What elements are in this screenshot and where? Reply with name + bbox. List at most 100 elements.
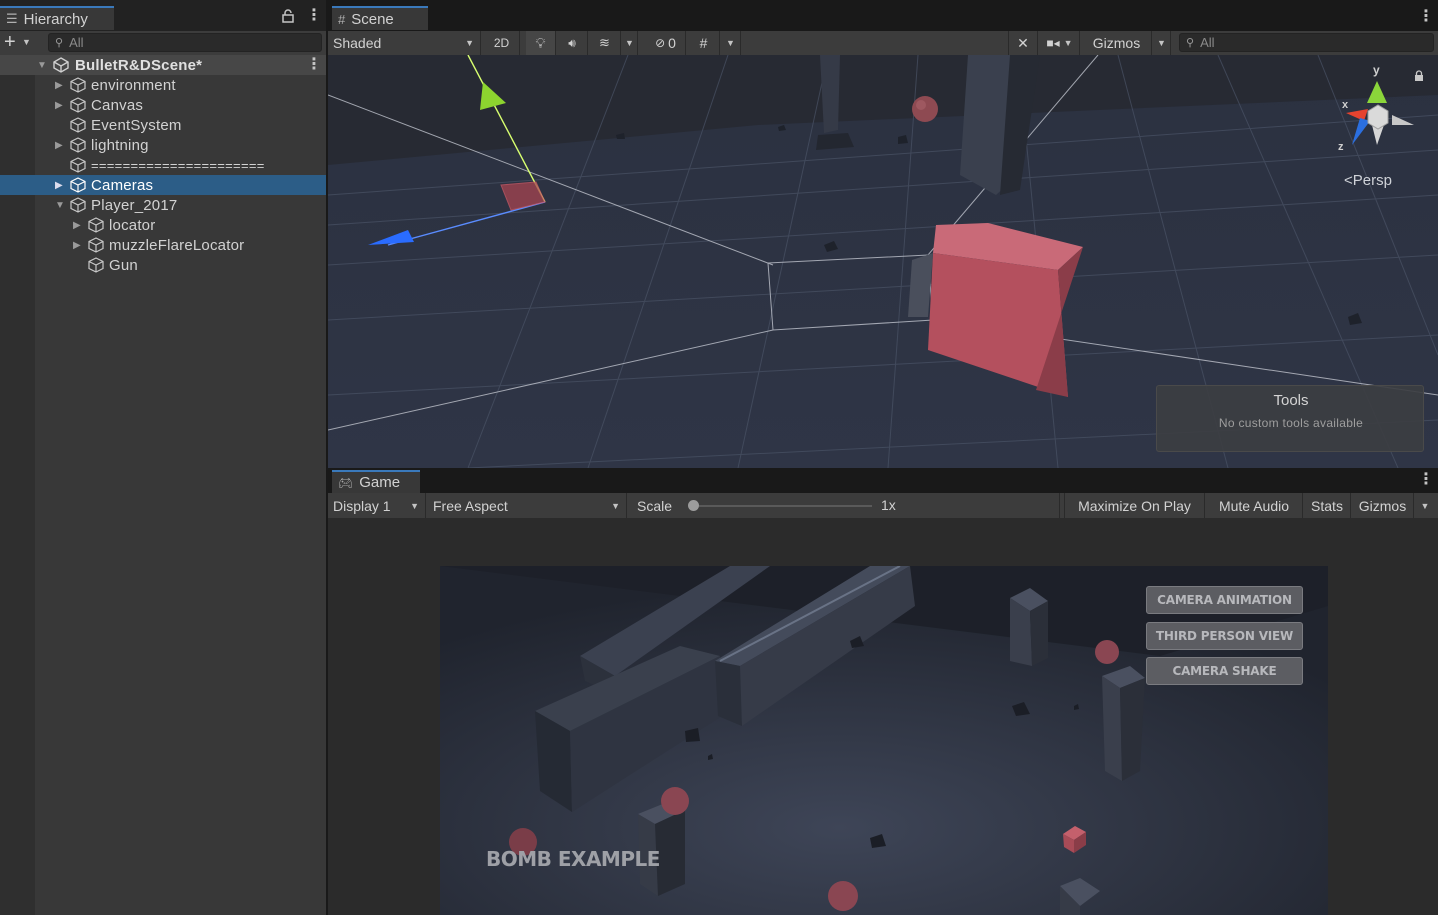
effects-dropdown[interactable]: ▼ <box>622 31 638 55</box>
expand-arrow-icon[interactable]: ▶ <box>55 100 65 111</box>
expand-arrow-icon[interactable]: ▶ <box>55 140 65 151</box>
scene-search-input[interactable]: ⚲ All <box>1179 33 1434 52</box>
game-gizmos-dropdown[interactable]: ▼ <box>1415 493 1435 518</box>
third-person-view-button[interactable]: THIRD PERSON VIEW <box>1146 622 1303 650</box>
maximize-label: Maximize On Play <box>1078 497 1191 514</box>
scale-value: 1x <box>881 497 896 513</box>
hidden-objects-toggle[interactable]: ⊘ 0 <box>646 31 686 55</box>
display-dropdown[interactable]: Display 1 ▼ <box>328 493 426 518</box>
hierarchy-menu-icon[interactable]: ⋮ <box>306 8 322 24</box>
aspect-value: Free Aspect <box>433 497 508 514</box>
tab-game[interactable]: 🎮︎ Game <box>332 470 420 493</box>
scene-search-placeholder: All <box>1200 35 1215 50</box>
add-button[interactable]: + <box>4 31 16 53</box>
hierarchy-item-label: ====================== <box>91 157 265 173</box>
eye-slash-icon: ⊘ <box>655 36 666 50</box>
camera-shake-button[interactable]: CAMERA SHAKE <box>1146 657 1303 685</box>
scene-tab-bar: # Scene ⋮ <box>328 0 1438 31</box>
hierarchy-item-gun[interactable]: Gun <box>0 255 326 275</box>
speaker-icon: 🔊︎ <box>568 35 576 50</box>
game-gizmos-button[interactable]: Gizmos <box>1352 493 1414 518</box>
grid-dropdown[interactable]: ▼ <box>721 31 741 55</box>
scene-root-row[interactable]: ▼ BulletR&DScene* ⋮ <box>0 55 326 75</box>
chevron-down-icon: ▼ <box>625 38 634 48</box>
expand-arrow-icon[interactable]: ▼ <box>37 60 47 71</box>
hierarchy-item-eventsystem[interactable]: EventSystem <box>0 115 326 135</box>
chevron-down-icon: ▼ <box>726 38 735 48</box>
hierarchy-search-placeholder: All <box>69 35 84 50</box>
hierarchy-tab-bar: ☰ Hierarchy ⋮ <box>0 0 326 31</box>
hierarchy-toolbar: + ▼ ⚲ All <box>0 31 326 55</box>
scene-menu-icon[interactable]: ⋮ <box>1418 9 1434 25</box>
hierarchy-item-label: EventSystem <box>91 116 182 134</box>
tools-icon: ✕ <box>1017 34 1029 51</box>
game-menu-icon[interactable]: ⋮ <box>1418 472 1434 488</box>
scene-name: BulletR&DScene* <box>75 56 203 74</box>
stats-label: Stats <box>1311 497 1343 514</box>
gameobject-cube-icon <box>70 137 86 153</box>
projection-toggle[interactable]: <Persp <box>1344 172 1392 189</box>
hierarchy-item-muzzle-flare-locator[interactable]: ▶ muzzleFlareLocator <box>0 235 326 255</box>
gameobject-cube-icon <box>88 217 104 233</box>
hierarchy-item-locator[interactable]: ▶ locator <box>0 215 326 235</box>
hierarchy-search-input[interactable]: ⚲ All <box>48 33 322 52</box>
game-tab-bar: 🎮︎ Game ⋮ <box>328 468 1438 493</box>
camera-settings-dropdown[interactable]: ■◂ ▼ <box>1040 31 1080 55</box>
gizmos-dropdown[interactable]: ▼ <box>1153 31 1171 55</box>
scene-menu-icon[interactable]: ⋮ <box>306 57 322 73</box>
hierarchy-item-canvas[interactable]: ▶ Canvas <box>0 95 326 115</box>
toggle-2d-button[interactable]: 2D <box>484 31 520 55</box>
scale-slider-track[interactable] <box>688 500 872 511</box>
scale-slider-thumb[interactable] <box>688 500 699 511</box>
game-gizmos-label: Gizmos <box>1358 497 1407 514</box>
hierarchy-tree: ▼ BulletR&DScene* ⋮ ▶ environment ▶ Canv… <box>0 55 326 915</box>
audio-toggle[interactable]: 🔊︎ <box>557 31 588 55</box>
tab-scene[interactable]: # Scene <box>332 6 428 30</box>
grid-icon: # <box>338 11 346 27</box>
gameobject-cube-icon <box>70 157 86 173</box>
tab-hierarchy[interactable]: ☰ Hierarchy <box>0 6 114 30</box>
expand-arrow-icon[interactable]: ▶ <box>55 180 65 191</box>
add-dropdown-icon[interactable]: ▼ <box>22 37 31 47</box>
hierarchy-item-player[interactable]: ▼ Player_2017 <box>0 195 326 215</box>
hierarchy-item-separator[interactable]: ====================== <box>0 155 326 175</box>
hierarchy-item-lightning[interactable]: ▶ lightning <box>0 135 326 155</box>
mute-label: Mute Audio <box>1218 497 1290 514</box>
collapse-arrow-icon[interactable]: ▼ <box>55 200 65 211</box>
aspect-dropdown[interactable]: Free Aspect ▼ <box>428 493 627 518</box>
orientation-gizmo[interactable]: y x z <box>1332 63 1422 153</box>
gamepad-icon: 🎮︎ <box>338 475 354 490</box>
hierarchy-item-environment[interactable]: ▶ environment <box>0 75 326 95</box>
tools-subtitle: No custom tools available <box>1218 416 1364 430</box>
search-icon: ⚲ <box>55 37 64 49</box>
mute-audio-toggle[interactable]: Mute Audio <box>1206 493 1303 518</box>
lock-icon[interactable] <box>1414 70 1424 85</box>
lock-icon[interactable] <box>282 9 294 26</box>
shading-mode-dropdown[interactable]: Shaded ▼ <box>328 31 481 55</box>
tools-toggle[interactable]: ✕ <box>1008 31 1038 55</box>
gameobject-cube-icon <box>70 117 86 133</box>
camera-icon: ■◂ <box>1046 36 1060 50</box>
game-viewport[interactable]: CAMERA ANIMATION THIRD PERSON VIEW CAMER… <box>440 566 1328 915</box>
maximize-on-play-toggle[interactable]: Maximize On Play <box>1064 493 1205 518</box>
scene-tab-label: Scene <box>351 10 394 28</box>
hidden-count: 0 <box>668 35 676 51</box>
hierarchy-tab-label: Hierarchy <box>23 10 88 28</box>
camera-animation-button[interactable]: CAMERA ANIMATION <box>1146 586 1303 614</box>
lighting-toggle[interactable]: 💡︎ <box>526 31 556 55</box>
gizmos-label: Gizmos <box>1092 35 1141 51</box>
expand-arrow-icon[interactable]: ▶ <box>73 220 83 231</box>
hierarchy-item-label: environment <box>91 76 176 94</box>
effects-toggle[interactable]: ≋ <box>589 31 621 55</box>
toggle-2d-label: 2D <box>493 36 510 50</box>
hierarchy-item-label: Player_2017 <box>91 196 178 214</box>
persp-label: Persp <box>1352 172 1392 189</box>
gizmos-button[interactable]: Gizmos <box>1082 31 1152 55</box>
chevron-down-icon: ▼ <box>465 38 474 48</box>
stats-toggle[interactable]: Stats <box>1304 493 1351 518</box>
gameobject-cube-icon <box>70 177 86 193</box>
hierarchy-item-cameras[interactable]: ▶ Cameras <box>0 175 326 195</box>
expand-arrow-icon[interactable]: ▶ <box>73 240 83 251</box>
expand-arrow-icon[interactable]: ▶ <box>55 80 65 91</box>
grid-snap-toggle[interactable]: # <box>688 31 720 55</box>
